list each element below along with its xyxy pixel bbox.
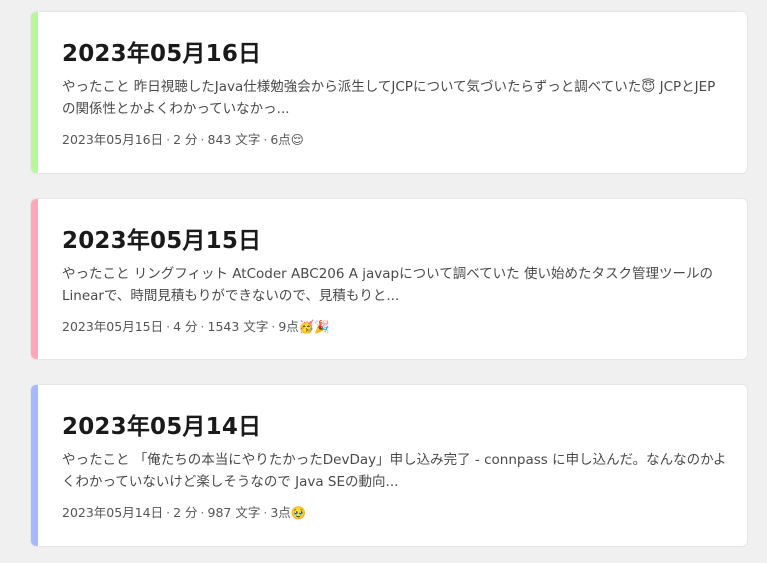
post-meta: 2023年05月16日 · 2 分 · 843 文字 · 6点😌 xyxy=(62,129,304,148)
post-summary: やったこと リングフィット AtCoder ABC206 A javapについて… xyxy=(62,266,713,304)
post-title[interactable]: 2023年05月16日 xyxy=(62,34,261,68)
meta-separator: · xyxy=(166,319,171,334)
meta-separator: · xyxy=(263,505,268,520)
post-read-time: 4 分 xyxy=(173,319,198,334)
post-date: 2023年05月15日 xyxy=(62,319,164,334)
post-accent-bar xyxy=(31,385,38,546)
post-read-time: 2 分 xyxy=(173,505,198,520)
post-char-count: 987 文字 xyxy=(207,505,261,520)
meta-separator: · xyxy=(166,132,171,147)
post-date: 2023年05月16日 xyxy=(62,132,164,147)
post-title[interactable]: 2023年05月14日 xyxy=(62,407,261,441)
post-score: 9点🥳🎉 xyxy=(278,319,330,334)
post-read-time: 2 分 xyxy=(173,132,198,147)
meta-separator: · xyxy=(200,132,205,147)
post-card[interactable]: 2023年05月16日 やったこと 昨日視聴したJava仕様勉強会から派生してJ… xyxy=(30,11,748,174)
meta-separator: · xyxy=(200,319,205,334)
meta-separator: · xyxy=(271,319,276,334)
post-char-count: 1543 文字 xyxy=(207,319,269,334)
post-card[interactable]: 2023年05月14日 やったこと 「俺たちの本当にやりたかったDevDay」申… xyxy=(30,384,748,547)
post-accent-bar xyxy=(31,199,38,359)
post-card[interactable]: 2023年05月15日 やったこと リングフィット AtCoder ABC206… xyxy=(30,198,748,360)
post-score: 3点🥹 xyxy=(270,505,307,520)
post-meta: 2023年05月15日 · 4 分 · 1543 文字 · 9点🥳🎉 xyxy=(62,316,330,335)
meta-separator: · xyxy=(263,132,268,147)
post-accent-bar xyxy=(31,12,38,173)
post-summary: やったこと 「俺たちの本当にやりたかったDevDay」申し込み完了 - conn… xyxy=(62,452,727,490)
post-summary: やったこと 昨日視聴したJava仕様勉強会から派生してJCPについて気づいたらず… xyxy=(62,79,716,117)
meta-separator: · xyxy=(166,505,171,520)
post-score: 6点😌 xyxy=(270,132,304,147)
post-date: 2023年05月14日 xyxy=(62,505,164,520)
meta-separator: · xyxy=(200,505,205,520)
post-title[interactable]: 2023年05月15日 xyxy=(62,221,261,255)
post-list: 2023年05月16日 やったこと 昨日視聴したJava仕様勉強会から派生してJ… xyxy=(0,0,767,563)
post-meta: 2023年05月14日 · 2 分 · 987 文字 · 3点🥹 xyxy=(62,502,306,521)
post-char-count: 843 文字 xyxy=(207,132,261,147)
